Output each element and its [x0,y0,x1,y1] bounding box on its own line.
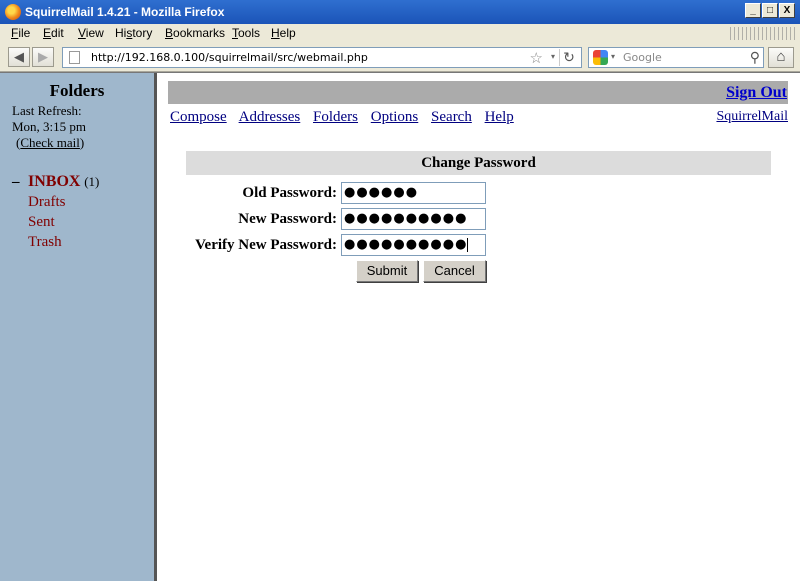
header-bar: Sign Out [168,81,788,104]
search-icon[interactable]: ⚲ [750,49,760,66]
menu-bar: File Edit View History Bookmarks Tools H… [0,24,800,43]
page-icon [69,51,80,64]
address-bar[interactable]: http://192.168.0.100/squirrelmail/src/we… [62,47,582,68]
forward-icon[interactable]: ▶ [32,47,54,67]
squirrelmail-link[interactable]: SquirrelMail [716,109,788,125]
google-search-engine-icon[interactable] [593,50,608,65]
minimize-button[interactable]: _ [745,3,761,18]
folder-sent-link[interactable]: Sent [28,214,55,230]
folder-item-inbox: – INBOX (1) [12,172,99,192]
search-placeholder[interactable]: Google [623,51,662,64]
url-text[interactable]: http://192.168.0.100/squirrelmail/src/we… [91,51,368,64]
close-window-button[interactable]: X [779,3,795,18]
collapse-icon[interactable]: – [12,172,28,192]
menu-bookmarks-mnemonic: B [165,26,174,40]
submit-button[interactable]: Submit [356,260,418,282]
main-frame: Sign Out Compose Addresses Folders Optio… [160,73,800,581]
maximize-button[interactable]: □ [762,3,778,18]
menu-help-mnemonic: H [271,26,280,40]
check-mail-link[interactable]: Check mail [20,135,80,150]
new-password-field[interactable]: ●●●●●●●●●● [341,208,486,230]
menu-history[interactable]: History [115,26,152,40]
nav-compose[interactable]: Compose [170,109,227,125]
menu-view-mnemonic: V [78,26,86,40]
menu-view-rest: iew [85,26,104,40]
cancel-button[interactable]: Cancel [423,260,486,282]
check-mail-close-paren: ) [79,135,85,150]
old-password-label: Old Password: [242,185,337,201]
folder-sidebar: Folders Last Refresh: Mon, 3:15 pm (Chec… [0,73,157,581]
menu-view[interactable]: View [78,26,104,40]
page-content: Folders Last Refresh: Mon, 3:15 pm (Chec… [0,72,800,581]
back-icon[interactable]: ◀ [8,47,30,67]
folder-trash-link[interactable]: Trash [28,234,62,250]
nav-folders[interactable]: Folders [313,109,358,125]
nav-help[interactable]: Help [485,109,514,125]
nav-search[interactable]: Search [431,109,472,125]
verify-password-field[interactable]: ●●●●●●●●●● [341,234,486,256]
last-refresh-label: Last Refresh: [12,103,82,118]
verify-password-label: Verify New Password: [195,237,337,253]
menu-tools-rest: ools [238,26,261,40]
toolbar-grip [730,27,796,40]
navigation-toolbar: ◀ ▶ http://192.168.0.100/squirrelmail/sr… [0,43,800,72]
verify-password-value: ●●●●●●●●●● [344,237,468,252]
last-refresh: Last Refresh: Mon, 3:15 pm [12,103,86,135]
sign-out-link[interactable]: Sign Out [726,84,787,102]
firefox-icon [5,4,21,20]
search-engine-dropdown-icon[interactable]: ▾ [611,52,615,61]
new-password-label: New Password: [238,211,337,227]
change-password-heading: Change Password [186,151,771,175]
last-refresh-time: Mon, 3:15 pm [12,119,87,134]
folder-inbox-link[interactable]: INBOX [28,173,80,190]
window-title: SquirrelMail 1.4.21 - Mozilla Firefox [25,5,225,19]
home-icon[interactable]: ⌂ [768,47,794,68]
main-nav: Compose Addresses Folders Options Search… [170,109,523,126]
url-history-dropdown-icon[interactable]: ▾ [551,52,555,61]
menu-edit[interactable]: Edit [43,26,64,40]
menu-history-pre: Hi [115,26,127,40]
menu-bookmarks[interactable]: Bookmarks [165,26,225,40]
nav-addresses[interactable]: Addresses [239,109,301,125]
menu-bookmarks-rest: ookmarks [173,26,226,40]
menu-file[interactable]: File [11,26,30,40]
folder-item-sent: Sent [12,212,99,232]
menu-help[interactable]: Help [271,26,296,40]
folders-title: Folders [49,81,105,100]
menu-edit-rest: dit [51,26,64,40]
folder-item-drafts: Drafts [12,192,99,212]
nav-options[interactable]: Options [371,109,419,125]
reload-icon[interactable]: ↻ [559,49,578,66]
menu-edit-mnemonic: E [43,26,52,40]
menu-file-rest: ile [18,26,31,40]
check-mail: (Check mail) [16,135,84,151]
text-cursor [467,237,469,252]
inbox-unread-count: (1) [84,174,100,189]
menu-tools[interactable]: Tools [232,26,260,40]
old-password-field[interactable]: ●●●●●● [341,182,486,204]
window-titlebar: SquirrelMail 1.4.21 - Mozilla Firefox _ … [0,0,800,24]
folder-drafts-link[interactable]: Drafts [28,194,66,210]
folder-item-trash: Trash [12,232,99,252]
menu-history-rest: tory [132,26,153,40]
folder-list: – INBOX (1) Drafts Sent Trash [12,172,99,252]
menu-help-rest: elp [279,26,296,40]
search-box[interactable]: ▾ Google ⚲ [588,47,764,68]
bookmark-star-icon[interactable]: ☆ [530,49,543,67]
